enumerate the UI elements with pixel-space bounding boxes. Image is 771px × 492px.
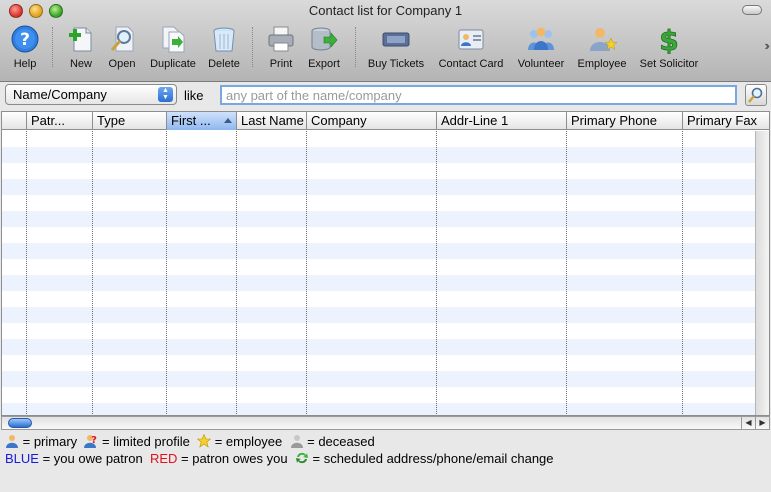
- new-label: New: [69, 58, 92, 70]
- toolbar-separator: [52, 27, 53, 67]
- primary-person-icon: [6, 435, 18, 448]
- column-header-type[interactable]: Type: [93, 112, 167, 130]
- column-divider: [566, 131, 567, 415]
- new-button[interactable]: New: [63, 22, 99, 74]
- open-magnifier-icon: [110, 26, 134, 52]
- print-button[interactable]: Print: [263, 22, 299, 74]
- search-field-value: Name/Company: [13, 87, 107, 102]
- table-header: Patr... Type First ... Last Name Company…: [2, 112, 769, 130]
- contact-table[interactable]: Patr... Type First ... Last Name Company…: [1, 111, 770, 416]
- column-divider: [236, 131, 237, 415]
- legend-row-2: BLUE = you owe patron RED = patron owes …: [5, 451, 554, 466]
- volunteer-label: Volunteer: [517, 58, 565, 70]
- window-title: Contact list for Company 1: [308, 3, 463, 18]
- toolbar-overflow-chevron-icon[interactable]: ››: [764, 38, 769, 53]
- legend-change-text: = scheduled address/phone/email change: [312, 451, 554, 466]
- column-header-patron[interactable]: Patr...: [27, 112, 93, 130]
- delete-button[interactable]: Delete: [205, 22, 243, 74]
- column-header-company[interactable]: Company: [307, 112, 437, 130]
- dollar-sign-icon: $: [659, 24, 679, 54]
- duplicate-icon: [162, 26, 185, 53]
- open-button[interactable]: Open: [104, 22, 140, 74]
- column-header-first-name[interactable]: First ...: [167, 112, 237, 130]
- export-label: Export: [308, 58, 340, 70]
- new-document-icon: [69, 27, 92, 52]
- search-field-select[interactable]: Name/Company ▲ ▼: [5, 84, 177, 105]
- column-header-primary-fax[interactable]: Primary Fax: [683, 112, 769, 130]
- contact-card-icon: [458, 29, 484, 50]
- column-divider: [26, 131, 27, 415]
- buy-tickets-button[interactable]: Buy Tickets: [364, 22, 428, 74]
- volunteer-group-icon: [528, 27, 554, 50]
- legend-primary-text: = primary: [22, 434, 78, 449]
- window-titlebar: Contact list for Company 1 ? Help New Op…: [0, 0, 771, 82]
- search-bar: Name/Company ▲ ▼ like: [0, 83, 771, 111]
- contact-card-label: Contact Card: [438, 58, 504, 70]
- help-label: Help: [13, 58, 37, 70]
- open-label: Open: [108, 58, 136, 70]
- svg-text:$: $: [659, 24, 678, 54]
- printer-icon: [268, 26, 294, 52]
- column-divider: [306, 131, 307, 415]
- column-divider: [166, 131, 167, 415]
- print-label: Print: [269, 58, 293, 70]
- operator-label: like: [184, 88, 204, 103]
- legend-blue-word: BLUE: [5, 451, 39, 466]
- search-button[interactable]: [745, 84, 767, 106]
- help-icon: ?: [11, 25, 39, 53]
- column-divider: [436, 131, 437, 415]
- buy-tickets-label: Buy Tickets: [367, 58, 425, 70]
- column-header-primary-phone[interactable]: Primary Phone: [567, 112, 683, 130]
- horizontal-scrollbar[interactable]: ◀ ▶: [1, 416, 770, 430]
- toolbar-separator: [355, 27, 356, 67]
- sort-ascending-icon: [224, 118, 232, 123]
- set-solicitor-label: Set Solicitor: [639, 58, 699, 70]
- export-button[interactable]: Export: [304, 22, 344, 74]
- legend-row-1: = primary ? = limited profile = employee…: [5, 434, 375, 449]
- employee-star-icon: [197, 434, 212, 448]
- set-solicitor-button[interactable]: $ Set Solicitor: [634, 22, 704, 74]
- table-body[interactable]: [2, 131, 755, 415]
- help-button[interactable]: ? Help: [6, 22, 44, 74]
- search-input[interactable]: [220, 85, 737, 105]
- horizontal-scroll-thumb[interactable]: [8, 418, 32, 428]
- legend-limited-text: = limited profile: [102, 434, 190, 449]
- column-header-addr-line-1[interactable]: Addr-Line 1: [437, 112, 567, 130]
- column-header-first-name-label: First ...: [171, 113, 211, 128]
- column-divider: [92, 131, 93, 415]
- vertical-scrollbar[interactable]: [755, 131, 769, 415]
- column-header-last-name[interactable]: Last Name: [237, 112, 307, 130]
- employee-label: Employee: [577, 58, 627, 70]
- toolbar-separator: [252, 27, 253, 67]
- search-icon: [748, 87, 763, 103]
- scroll-right-arrow-icon[interactable]: ▶: [755, 417, 769, 429]
- limited-profile-icon: ?: [84, 435, 98, 448]
- legend-deceased-text: = deceased: [307, 434, 375, 449]
- select-arrows-icon: ▲ ▼: [158, 87, 173, 102]
- trash-icon: [213, 27, 235, 52]
- duplicate-label: Duplicate: [150, 58, 196, 70]
- legend-employee-text: = employee: [214, 434, 283, 449]
- employee-icon: [590, 28, 617, 51]
- svg-text:?: ?: [92, 435, 98, 446]
- delete-label: Delete: [208, 58, 240, 70]
- column-header-indicator[interactable]: [2, 112, 27, 130]
- deceased-person-icon: [290, 435, 303, 448]
- legend-red-text: = patron owes you: [181, 451, 288, 466]
- ticket-icon: [382, 32, 410, 47]
- legend-blue-text: = you owe patron: [42, 451, 143, 466]
- employee-button[interactable]: Employee: [574, 22, 630, 74]
- duplicate-button[interactable]: Duplicate: [146, 22, 200, 74]
- contact-card-button[interactable]: Contact Card: [434, 22, 508, 74]
- scroll-left-arrow-icon[interactable]: ◀: [741, 417, 755, 429]
- export-database-icon: [311, 27, 338, 51]
- svg-text:?: ?: [20, 30, 30, 50]
- volunteer-button[interactable]: Volunteer: [513, 22, 569, 74]
- legend-red-word: RED: [149, 451, 178, 466]
- column-divider: [682, 131, 683, 415]
- scheduled-change-icon: [295, 452, 308, 464]
- toolbar-toggle-button[interactable]: [742, 5, 762, 15]
